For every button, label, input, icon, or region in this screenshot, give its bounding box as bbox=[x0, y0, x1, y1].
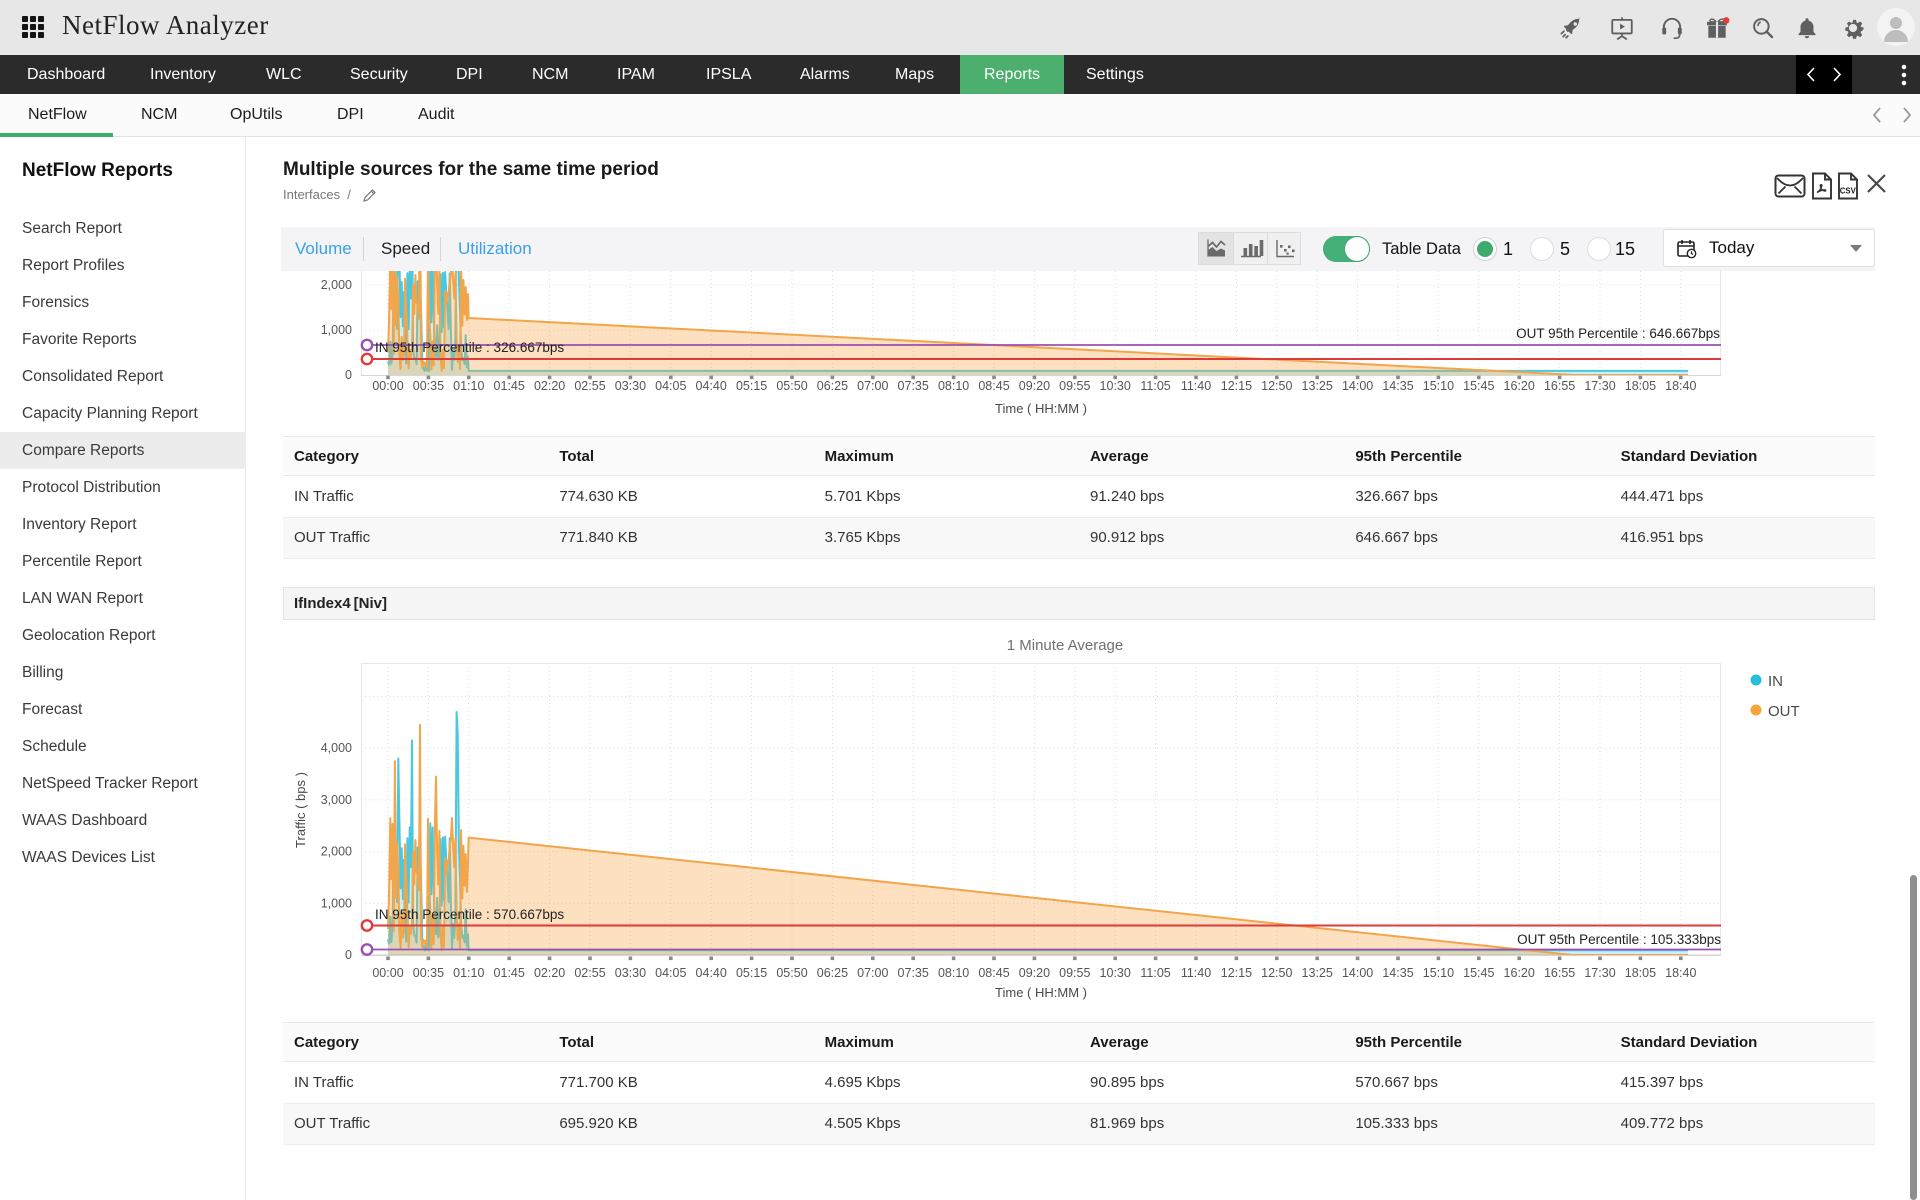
svg-text:2,000: 2,000 bbox=[321, 845, 352, 859]
svg-text:06:25: 06:25 bbox=[817, 966, 848, 980]
svg-text:04:40: 04:40 bbox=[696, 966, 727, 980]
svg-text:00:00: 00:00 bbox=[372, 379, 403, 393]
svg-text:13:25: 13:25 bbox=[1302, 379, 1333, 393]
svg-text:09:55: 09:55 bbox=[1059, 966, 1090, 980]
svg-text:Traffic ( bps ): Traffic ( bps ) bbox=[293, 772, 308, 848]
svg-text:11:05: 11:05 bbox=[1140, 966, 1170, 980]
svg-text:16:55: 16:55 bbox=[1544, 379, 1575, 393]
svg-text:11:05: 11:05 bbox=[1140, 379, 1170, 393]
svg-text:Time ( HH:MM ): Time ( HH:MM ) bbox=[995, 985, 1087, 1000]
svg-text:OUT 95th Percentile : 105.333b: OUT 95th Percentile : 105.333bps bbox=[1517, 932, 1721, 947]
svg-text:17:30: 17:30 bbox=[1584, 966, 1615, 980]
svg-text:4,000: 4,000 bbox=[321, 741, 352, 755]
svg-text:03:30: 03:30 bbox=[615, 379, 646, 393]
svg-text:16:20: 16:20 bbox=[1504, 379, 1535, 393]
svg-text:08:45: 08:45 bbox=[978, 966, 1009, 980]
svg-text:13:25: 13:25 bbox=[1302, 966, 1333, 980]
svg-text:1 Minute Average: 1 Minute Average bbox=[1007, 637, 1123, 654]
svg-text:12:15: 12:15 bbox=[1221, 966, 1252, 980]
svg-text:15:45: 15:45 bbox=[1463, 379, 1494, 393]
svg-text:18:05: 18:05 bbox=[1625, 966, 1656, 980]
svg-text:02:20: 02:20 bbox=[534, 379, 565, 393]
svg-text:15:45: 15:45 bbox=[1463, 966, 1494, 980]
svg-text:1,000: 1,000 bbox=[321, 896, 352, 910]
svg-text:Time ( HH:MM ): Time ( HH:MM ) bbox=[995, 401, 1087, 416]
svg-text:04:05: 04:05 bbox=[655, 379, 686, 393]
svg-text:05:50: 05:50 bbox=[776, 966, 807, 980]
svg-text:01:10: 01:10 bbox=[453, 379, 484, 393]
svg-text:05:15: 05:15 bbox=[736, 379, 767, 393]
svg-text:16:55: 16:55 bbox=[1544, 966, 1575, 980]
svg-text:18:05: 18:05 bbox=[1625, 379, 1656, 393]
svg-text:02:55: 02:55 bbox=[574, 966, 605, 980]
svg-text:15:10: 15:10 bbox=[1423, 966, 1454, 980]
svg-text:05:15: 05:15 bbox=[736, 966, 767, 980]
svg-text:08:10: 08:10 bbox=[938, 966, 969, 980]
svg-text:CSV: CSV bbox=[1840, 187, 1857, 196]
svg-text:02:55: 02:55 bbox=[574, 379, 605, 393]
svg-text:00:35: 00:35 bbox=[413, 966, 444, 980]
svg-text:00:35: 00:35 bbox=[413, 379, 444, 393]
svg-text:OUT: OUT bbox=[1768, 703, 1800, 720]
svg-text:2,000: 2,000 bbox=[321, 278, 352, 292]
svg-text:07:35: 07:35 bbox=[898, 966, 929, 980]
svg-text:11:40: 11:40 bbox=[1181, 966, 1211, 980]
svg-text:01:10: 01:10 bbox=[453, 966, 484, 980]
svg-text:18:40: 18:40 bbox=[1665, 966, 1696, 980]
svg-text:09:20: 09:20 bbox=[1019, 966, 1050, 980]
svg-text:07:35: 07:35 bbox=[898, 379, 929, 393]
svg-text:04:05: 04:05 bbox=[655, 966, 686, 980]
svg-text:IN 95th Percentile : 326.667bp: IN 95th Percentile : 326.667bps bbox=[375, 340, 564, 355]
svg-text:00:00: 00:00 bbox=[372, 966, 403, 980]
svg-text:07:00: 07:00 bbox=[857, 966, 888, 980]
svg-text:1,000: 1,000 bbox=[321, 323, 352, 337]
svg-text:08:45: 08:45 bbox=[978, 379, 1009, 393]
svg-text:04:40: 04:40 bbox=[696, 379, 727, 393]
svg-text:IN: IN bbox=[1768, 673, 1783, 690]
svg-text:14:35: 14:35 bbox=[1382, 966, 1413, 980]
svg-text:09:55: 09:55 bbox=[1059, 379, 1090, 393]
svg-text:05:50: 05:50 bbox=[776, 379, 807, 393]
svg-text:12:50: 12:50 bbox=[1261, 379, 1292, 393]
svg-text:11:40: 11:40 bbox=[1181, 379, 1211, 393]
svg-text:07:00: 07:00 bbox=[857, 379, 888, 393]
svg-text:03:30: 03:30 bbox=[615, 966, 646, 980]
svg-text:10:30: 10:30 bbox=[1100, 966, 1131, 980]
svg-text:12:50: 12:50 bbox=[1261, 966, 1292, 980]
svg-text:18:40: 18:40 bbox=[1665, 379, 1696, 393]
svg-text:08:10: 08:10 bbox=[938, 379, 969, 393]
svg-text:14:35: 14:35 bbox=[1382, 379, 1413, 393]
svg-text:09:20: 09:20 bbox=[1019, 379, 1050, 393]
svg-text:12:15: 12:15 bbox=[1221, 379, 1252, 393]
svg-text:01:45: 01:45 bbox=[494, 379, 525, 393]
svg-text:0: 0 bbox=[345, 368, 352, 382]
svg-text:14:00: 14:00 bbox=[1342, 966, 1373, 980]
svg-text:10:30: 10:30 bbox=[1100, 379, 1131, 393]
svg-text:17:30: 17:30 bbox=[1584, 379, 1615, 393]
svg-text:IN 95th Percentile : 570.667bp: IN 95th Percentile : 570.667bps bbox=[375, 907, 564, 922]
svg-text:06:25: 06:25 bbox=[817, 379, 848, 393]
svg-text:16:20: 16:20 bbox=[1504, 966, 1535, 980]
svg-text:OUT 95th Percentile : 646.667b: OUT 95th Percentile : 646.667bps bbox=[1516, 326, 1720, 341]
svg-text:15:10: 15:10 bbox=[1423, 379, 1454, 393]
svg-text:01:45: 01:45 bbox=[494, 966, 525, 980]
svg-text:3,000: 3,000 bbox=[321, 793, 352, 807]
svg-text:14:00: 14:00 bbox=[1342, 379, 1373, 393]
svg-text:0: 0 bbox=[345, 948, 352, 962]
svg-text:02:20: 02:20 bbox=[534, 966, 565, 980]
